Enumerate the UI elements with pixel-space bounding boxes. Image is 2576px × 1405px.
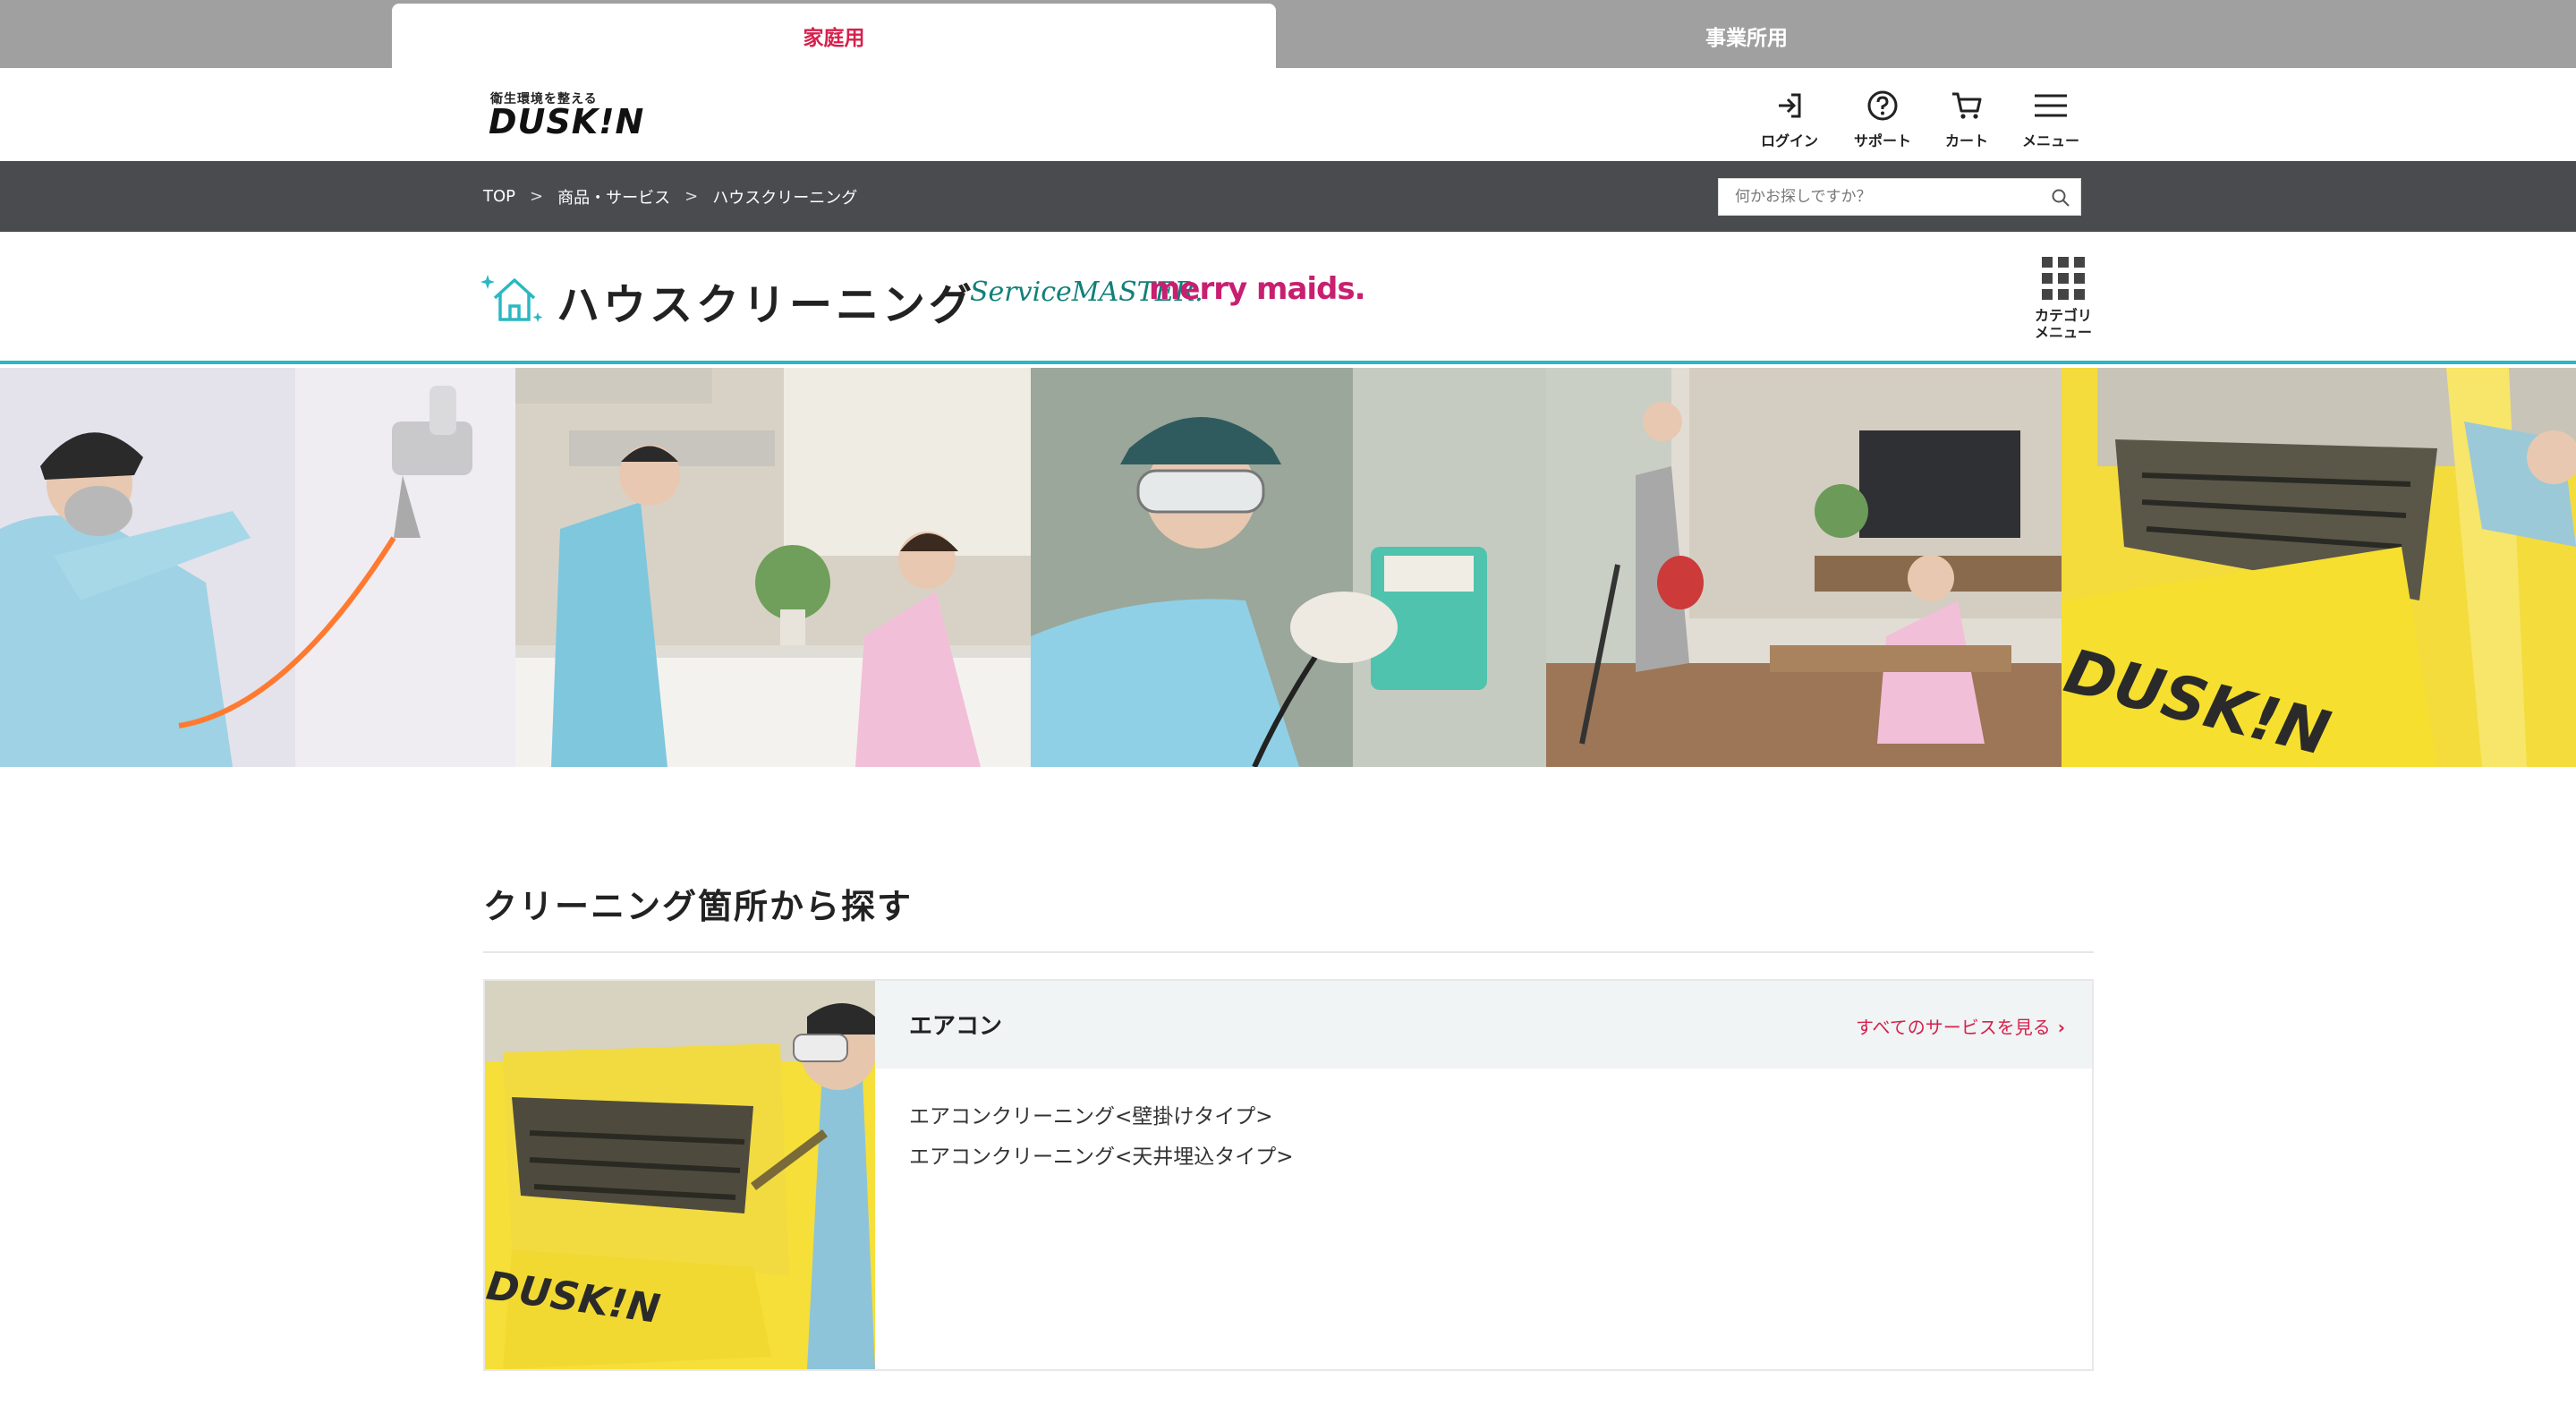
section-divider (483, 951, 2094, 953)
cart-button[interactable]: カート (1931, 88, 2002, 150)
breadcrumb: TOP > 商品・サービス > ハウスクリーニング (483, 161, 857, 232)
card-header: エアコン すべてのサービスを見る › (875, 981, 2092, 1069)
hero-photo-spray (0, 368, 515, 767)
service-list: エアコンクリーニング<壁掛けタイプ> エアコンクリーニング<天井埋込タイプ> (909, 1097, 1294, 1178)
login-icon (1779, 93, 1801, 118)
menu-label: メニュー (2021, 132, 2079, 149)
support-button[interactable]: サポート (1847, 88, 1918, 150)
tab-business[interactable]: 事業所用 (1305, 4, 2189, 68)
breadcrumb-separator: > (684, 187, 699, 206)
breadcrumb-products[interactable]: 商品・サービス (557, 185, 670, 209)
hero-photo-aircon: DUSK!N (2062, 368, 2576, 767)
site-header: 衛生環境を整える DUSK!N ログイン サポート カート メニュー (0, 68, 2576, 161)
cart-icon (1952, 92, 1982, 119)
category-header: ハウスクリーニング ServiceMASTER. merry maids. カテ… (0, 232, 2576, 364)
location-card-aircon: DUSK!N エアコン すべてのサービスを見る › エアコンクリーニング<壁掛けタ… (483, 979, 2094, 1371)
section-title: クリーニング箇所から探す (483, 887, 914, 926)
service-link-ceiling-embedded[interactable]: エアコンクリーニング<天井埋込タイプ> (909, 1137, 1294, 1178)
hero-photo-grinder (1031, 368, 1546, 767)
search-box (1718, 178, 2081, 216)
site-type-tabs: 家庭用 事業所用 (0, 0, 2576, 68)
merry-maids-logo: merry maids. (1149, 271, 1366, 307)
category-menu-label: カテゴリ メニュー (2034, 307, 2092, 341)
search-input[interactable] (1719, 179, 2041, 215)
hero-photo-living (1546, 368, 2062, 767)
login-label: ログイン (1760, 132, 1818, 149)
search-icon[interactable] (2050, 187, 2071, 209)
menu-button[interactable]: メニュー (2015, 88, 2087, 150)
logo-wordmark: DUSK!N (489, 102, 645, 141)
hamburger-icon (2035, 94, 2067, 117)
breadcrumb-current: ハウスクリーニング (712, 188, 858, 208)
hero-banner: DUSK!N (0, 368, 2576, 767)
breadcrumb-top[interactable]: TOP (483, 187, 515, 206)
chevron-right-icon: › (2057, 1017, 2065, 1038)
tab-home[interactable]: 家庭用 (392, 4, 1276, 68)
help-circle-icon (1867, 90, 1898, 121)
breadcrumb-bar: TOP > 商品・サービス > ハウスクリーニング (0, 161, 2576, 232)
house-sparkle-icon (480, 275, 543, 322)
category-menu-button[interactable]: カテゴリ メニュー (2026, 257, 2101, 346)
breadcrumb-separator: > (530, 187, 544, 206)
view-all-services-label: すべてのサービスを見る (1855, 1017, 2051, 1038)
grid-icon (2042, 257, 2085, 300)
aircon-card-image[interactable]: DUSK!N (485, 981, 875, 1369)
page-title: ハウスクリーニング (557, 280, 976, 330)
view-all-services-link[interactable]: すべてのサービスを見る › (1856, 1013, 2065, 1039)
login-button[interactable]: ログイン (1754, 88, 1825, 150)
duskin-logo[interactable]: 衛生環境を整える DUSK!N (489, 89, 643, 141)
card-title: エアコン (909, 1013, 1003, 1040)
hero-photo-kitchen (515, 368, 1031, 767)
service-link-wall-mounted[interactable]: エアコンクリーニング<壁掛けタイプ> (909, 1097, 1294, 1137)
support-label: サポート (1853, 132, 1911, 149)
cart-label: カート (1944, 132, 1988, 149)
